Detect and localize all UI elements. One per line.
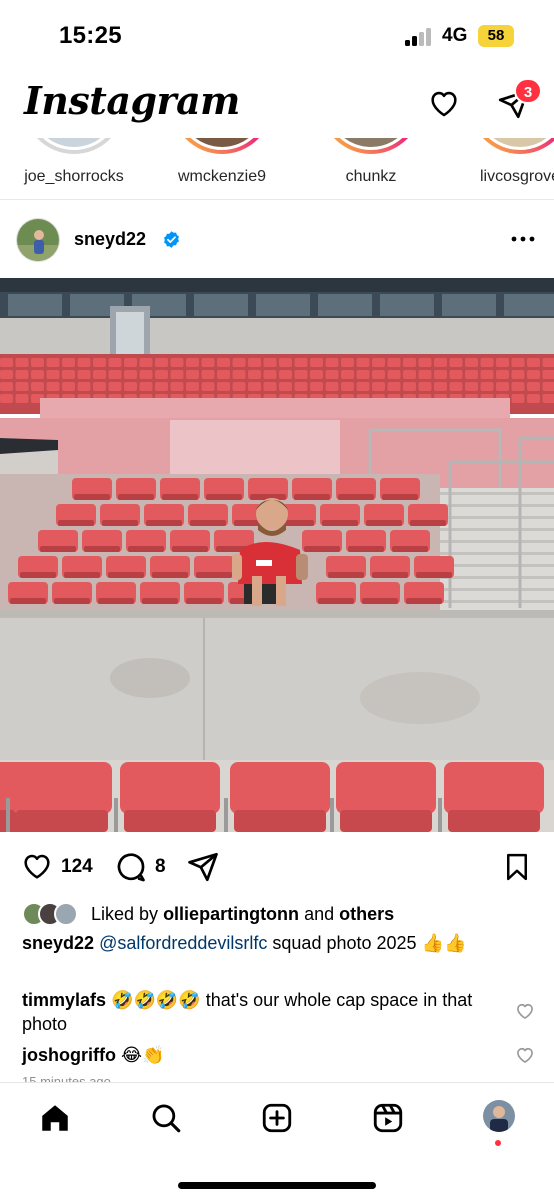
more-options-icon[interactable] [506,226,540,252]
like-count[interactable]: 124 [61,856,93,878]
stadium-photo-illustration [0,278,554,832]
save-bookmark-icon[interactable] [502,850,532,884]
story-item[interactable]: chunkz [311,138,431,199]
instagram-logo[interactable]: Instagram [24,78,240,123]
reels-icon[interactable] [371,1101,405,1135]
story-ring [23,138,125,154]
create-post-icon[interactable] [260,1101,294,1135]
post-header: sneyd22 [0,200,554,278]
post-photo[interactable] [0,278,554,832]
caption-text: squad photo 2025 👍👍 [272,933,467,953]
liked-by-avatars [22,902,86,926]
story-ring [171,138,273,154]
share-send-icon[interactable] [186,850,220,884]
status-bar: 15:25 4G 58 [0,0,554,70]
battery-indicator: 58 [478,25,514,47]
liked-by-row[interactable]: Liked by olliepartingtonn and others [22,902,542,928]
comment-item: joshogriffo 😂👏 [22,1043,502,1067]
story-username: wmckenzie9 [177,168,267,185]
like-heart-icon[interactable] [20,850,54,882]
comment-count[interactable]: 8 [155,856,166,878]
app-header: Instagram [0,70,554,138]
comment-like-heart-icon[interactable] [515,1045,535,1065]
story-ring [469,138,554,154]
verified-badge-icon [164,231,179,248]
story-ring [320,138,422,154]
profile-notification-dot [495,1140,501,1146]
story-item[interactable]: joe_shorrocks [14,138,134,199]
home-indicator [178,1182,376,1189]
signal-icon [405,28,433,46]
post-actions: 124 8 [0,832,554,900]
story-item[interactable]: wmckenzie9 [162,138,282,199]
comment-like-heart-icon[interactable] [515,1001,535,1021]
post-timestamp: 15 minutes ago [22,1074,111,1082]
story-username: chunkz [345,168,397,185]
comment-bubble-icon[interactable] [114,850,148,884]
liked-by-user[interactable]: olliepartingtonn [163,904,299,924]
story-item[interactable]: livcosgrove [460,138,554,199]
messages-badge: 3 [514,78,542,104]
story-username: joe_shorrocks [24,168,124,185]
stories-tray: joe_shorrocks wmckenzie9 chunkz livcosgr… [0,138,554,200]
caption-mention[interactable]: @salfordreddevilsrlfc [99,933,267,953]
caption-username[interactable]: sneyd22 [22,933,94,953]
comment-item: timmylafs 🤣🤣🤣🤣 that's our whole cap spac… [22,988,502,1036]
comment-username[interactable]: timmylafs [22,990,106,1010]
post-author-username[interactable]: sneyd22 [74,229,146,250]
liked-by-others[interactable]: others [339,904,394,924]
search-icon[interactable] [149,1101,183,1135]
home-icon[interactable] [38,1101,72,1135]
network-type: 4G [442,25,468,46]
post-caption: sneyd22 @salfordreddevilsrlfc squad phot… [22,930,522,956]
profile-avatar[interactable] [483,1100,515,1132]
status-time: 15:25 [59,22,122,49]
liked-by-text: Liked by olliepartingtonn and others [91,904,395,924]
post-author-avatar[interactable] [16,218,60,262]
story-username: livcosgrove [479,168,554,185]
comment-text: 😂👏 [121,1045,165,1065]
comment-username[interactable]: joshogriffo [22,1045,116,1065]
notifications-heart-icon[interactable] [426,86,462,120]
